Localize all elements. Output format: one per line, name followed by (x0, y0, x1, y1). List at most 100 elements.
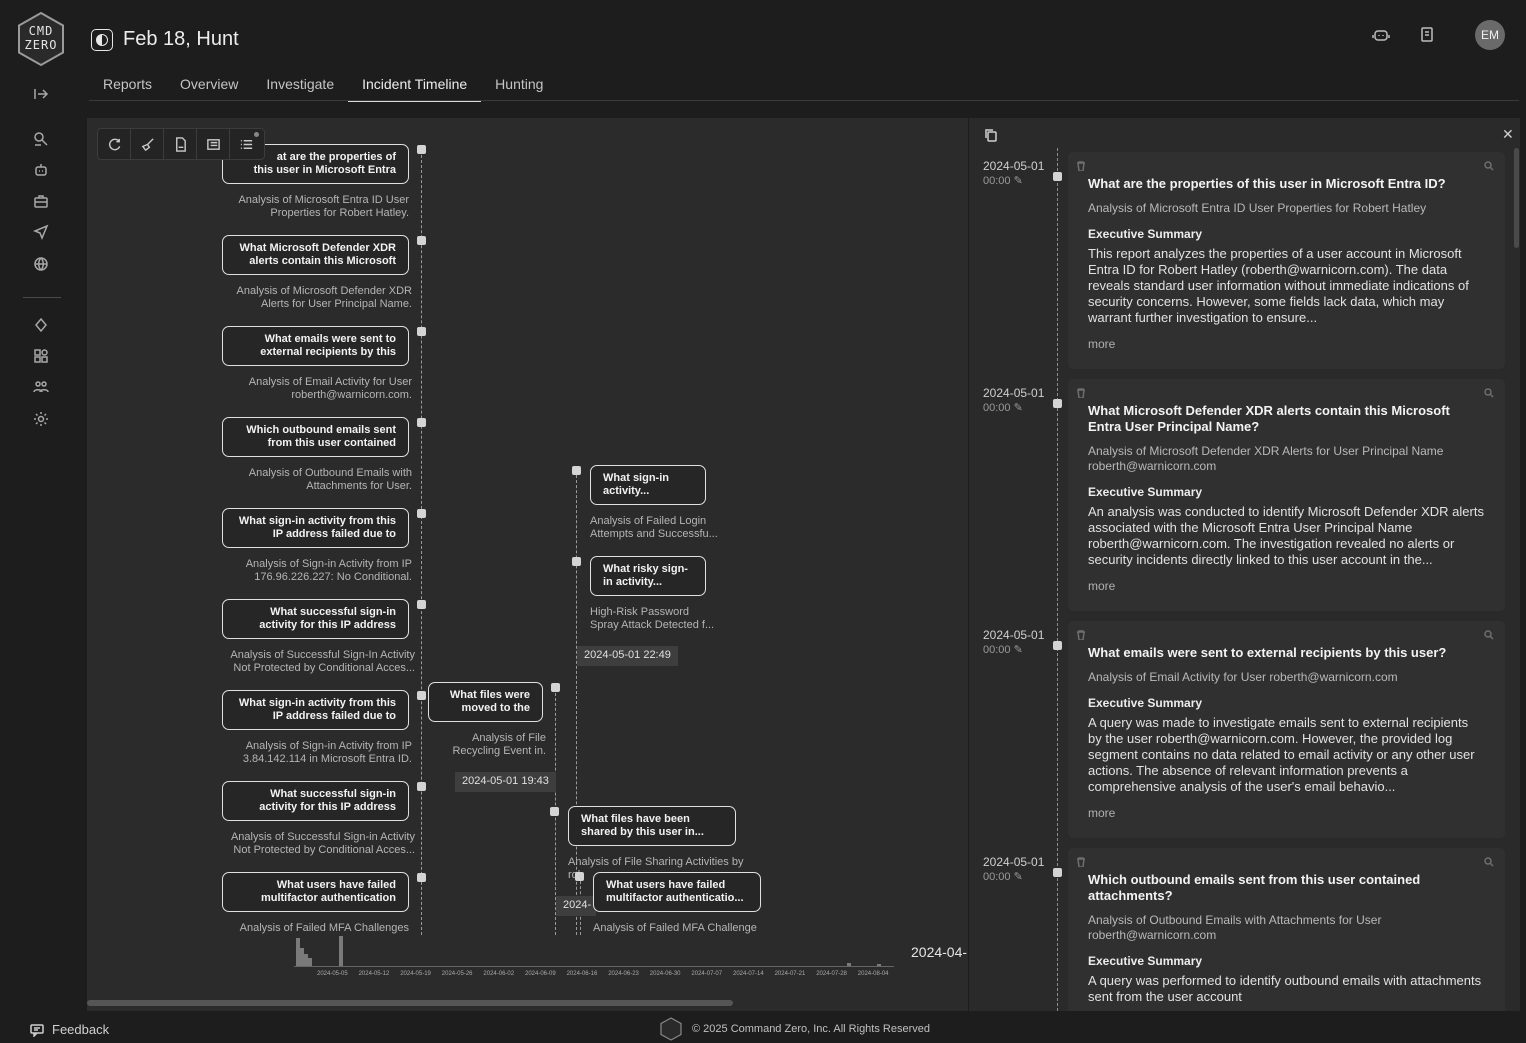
timeline-node[interactable] (417, 691, 426, 700)
expand-sidebar-icon[interactable] (30, 83, 52, 105)
timeline-card-failed-signin-1[interactable]: What sign-in activity from this IP addres… (222, 508, 409, 548)
export-pdf-button[interactable] (164, 129, 197, 159)
timeline-date-tag: 2024- (556, 896, 596, 916)
report-card[interactable]: What emails were sent to external recipi… (1068, 621, 1505, 838)
timeline-card-failed-mfa[interactable]: What users have failed multifactor authen… (222, 872, 409, 912)
timeline-node[interactable] (417, 236, 426, 245)
histogram-tick-label: 2024-07-28 (816, 971, 847, 977)
timeline-card-signin-activity[interactable]: What sign-in activity... (590, 465, 706, 505)
timeline-node[interactable] (1053, 868, 1062, 877)
tab-reports[interactable]: Reports (89, 70, 166, 102)
more-link[interactable]: more (1088, 579, 1485, 593)
search-icon[interactable] (1484, 158, 1495, 171)
app-logo[interactable]: CMD ZERO (16, 11, 66, 67)
timeline-node[interactable] (572, 466, 581, 475)
users-icon[interactable] (30, 376, 52, 398)
report-subtitle: Analysis of Microsoft Defender XDR Alert… (1088, 444, 1444, 473)
timeline-card-failed-mfa-2[interactable]: What users have failed multifactor authen… (593, 872, 761, 912)
timeline-node[interactable] (417, 509, 426, 518)
timeline-node[interactable] (1053, 641, 1062, 650)
histogram-bar (339, 936, 343, 966)
timeline-date-tag: 2024-05-01 22:49 (577, 646, 678, 666)
feedback-button[interactable]: Feedback (30, 1022, 109, 1037)
apps-icon[interactable] (30, 345, 52, 367)
copy-icon[interactable] (984, 128, 998, 142)
globe-icon[interactable] (30, 253, 52, 275)
timeline-card-defender-alerts[interactable]: What Microsoft Defender XDR alerts contai… (222, 235, 409, 275)
timeline-card-outbound-emails[interactable]: Which outbound emails sent from this user… (222, 417, 409, 457)
refresh-button[interactable] (98, 129, 131, 159)
horizontal-scrollbar[interactable] (87, 1000, 733, 1006)
timeline-card-successful-signin-2[interactable]: What successful sign-in activity for this… (222, 781, 409, 821)
timeline-node[interactable] (550, 807, 559, 816)
timeline-canvas[interactable]: at are the properties of this user in Mic… (87, 118, 968, 1011)
close-icon[interactable]: ✕ (1502, 126, 1514, 143)
timeline-node[interactable] (1053, 399, 1062, 408)
report-card[interactable]: What Microsoft Defender XDR alerts conta… (1068, 379, 1505, 611)
more-link[interactable]: more (1088, 806, 1485, 820)
robot-icon[interactable] (30, 159, 52, 181)
timeline-node[interactable] (417, 873, 426, 882)
tab-hunting[interactable]: Hunting (481, 70, 557, 102)
search-icon[interactable] (1484, 854, 1495, 867)
exec-summary-label: Executive Summary (1088, 227, 1203, 241)
edit-pencil-icon[interactable]: ✎ (1014, 644, 1023, 656)
vertical-scrollbar[interactable] (1514, 148, 1519, 248)
timeline-axis-date: 2024-04- (911, 944, 968, 960)
edit-pencil-icon[interactable]: ✎ (1014, 871, 1023, 883)
shield-icon[interactable] (30, 314, 52, 336)
delete-icon[interactable] (1076, 627, 1086, 641)
timeline-card-files-moved[interactable]: What files were moved to the (428, 682, 543, 722)
timeline-card-external-emails[interactable]: What emails were sent to external recipie… (222, 326, 409, 366)
timeline-node[interactable] (1053, 172, 1062, 181)
timeline-card-subtitle: High-Risk Password Spray Attack Detected … (590, 606, 715, 631)
broom-button[interactable] (131, 129, 164, 159)
theme-toggle-icon[interactable] (91, 29, 113, 51)
histogram-tick-label: 2024-06-02 (483, 971, 515, 977)
timeline-node[interactable] (417, 600, 426, 609)
entry-time: 00:00 ✎ (983, 402, 1023, 414)
chat-icon (30, 1023, 44, 1037)
timeline-node[interactable] (572, 557, 581, 566)
histogram-tick-label: 2024-05-26 (441, 971, 473, 977)
timeline-card-failed-signin-2[interactable]: What sign-in activity from this IP addres… (222, 690, 409, 730)
timeline-card-successful-signin-1[interactable]: What successful sign-in activity for this… (222, 599, 409, 639)
tab-overview[interactable]: Overview (166, 70, 252, 102)
briefcase-icon[interactable] (30, 190, 52, 212)
timeline-card-files-shared[interactable]: What files have been shared by this user … (568, 806, 736, 846)
timeline-node[interactable] (575, 872, 584, 881)
edit-pencil-icon[interactable]: ✎ (1014, 402, 1023, 414)
exec-summary-label: Executive Summary (1088, 954, 1203, 968)
settings-icon[interactable] (30, 408, 52, 430)
timeline-node[interactable] (417, 327, 426, 336)
send-icon[interactable] (30, 221, 52, 243)
search-icon[interactable] (1484, 627, 1495, 640)
edit-pencil-icon[interactable]: ✎ (1014, 175, 1023, 187)
more-link[interactable]: more (1088, 337, 1485, 351)
entry-date: 2024-05-01 (983, 628, 1045, 642)
histogram-tick-label: 2024-06-16 (566, 971, 598, 977)
search-icon[interactable] (1484, 385, 1495, 398)
avatar[interactable]: EM (1475, 20, 1505, 50)
delete-icon[interactable] (1076, 385, 1086, 399)
list-view-button[interactable] (197, 129, 230, 159)
tab-underline (89, 100, 1519, 101)
assistant-bot-icon[interactable] (1372, 26, 1390, 44)
delete-icon[interactable] (1076, 158, 1086, 172)
timeline-node[interactable] (417, 145, 426, 154)
report-card[interactable]: What are the properties of this user in … (1068, 152, 1505, 369)
notes-icon[interactable] (1418, 26, 1436, 44)
timeline-node[interactable] (417, 418, 426, 427)
timeline-node[interactable] (417, 782, 426, 791)
report-card[interactable]: Which outbound emails sent from this use… (1068, 848, 1505, 1011)
tab-investigate[interactable]: Investigate (252, 70, 348, 102)
histogram-bar (308, 958, 312, 966)
timeline-card-risky-signin[interactable]: What risky sign-in activity... (590, 556, 706, 596)
tab-incident-timeline[interactable]: Incident Timeline (348, 70, 482, 102)
delete-icon[interactable] (1076, 854, 1086, 868)
timeline-card-subtitle: Analysis of File Recycling Event in. (452, 732, 546, 757)
outline-view-button[interactable] (230, 129, 263, 159)
histogram-tick-label: 2024-05-19 (400, 971, 431, 977)
timeline-node[interactable] (551, 683, 560, 692)
investigations-icon[interactable] (30, 128, 52, 150)
